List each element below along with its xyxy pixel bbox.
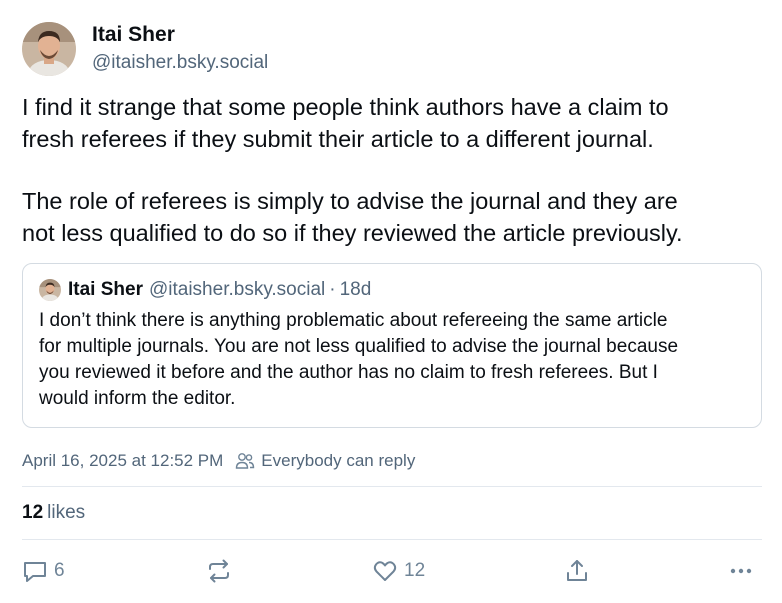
quoted-text-line: would inform the editor. bbox=[39, 388, 236, 409]
quoted-author-avatar[interactable] bbox=[39, 279, 61, 301]
likes-count: 12 bbox=[22, 502, 44, 523]
likes-label: likes bbox=[47, 502, 86, 523]
reply-setting-label: Everybody can reply bbox=[261, 451, 416, 470]
author-handle[interactable]: @itaisher.bsky.social bbox=[92, 50, 268, 76]
quoted-text-line: you reviewed it before and the author ha… bbox=[39, 362, 658, 383]
quoted-author-handle[interactable]: @itaisher.bsky.social bbox=[149, 279, 325, 301]
reply-bubble-icon bbox=[24, 562, 46, 582]
quoted-post-text: I don’t think there is anything problema… bbox=[39, 308, 745, 412]
share-button[interactable] bbox=[564, 556, 590, 586]
people-icon bbox=[236, 453, 255, 469]
quoted-post-card[interactable]: Itai Sher @itaisher.bsky.social · 18d I … bbox=[22, 263, 762, 428]
divider bbox=[22, 486, 762, 487]
quoted-text-line: for multiple journals. You are not less … bbox=[39, 336, 679, 357]
divider bbox=[22, 539, 762, 540]
post-timestamp: April 16, 2025 at 12:52 PM bbox=[22, 451, 224, 470]
post-actions-bar: 6 12 bbox=[22, 556, 762, 586]
quoted-author-name[interactable]: Itai Sher bbox=[68, 279, 143, 301]
author-display-name[interactable]: Itai Sher bbox=[92, 22, 268, 48]
post-text-line: I find it strange that some people think… bbox=[22, 94, 669, 120]
repost-icon bbox=[209, 559, 229, 583]
post-text-line: The role of referees is simply to advise… bbox=[22, 188, 678, 214]
post-text-line: not less qualified to do so if they revi… bbox=[22, 220, 683, 246]
quoted-post-age[interactable]: 18d bbox=[340, 279, 372, 301]
post-author-header: Itai Sher @itaisher.bsky.social bbox=[22, 20, 268, 78]
post-text-line: fresh referees if they submit their arti… bbox=[22, 126, 654, 152]
share-upload-icon bbox=[567, 560, 587, 581]
post-meta: April 16, 2025 at 12:52 PM Everybody can… bbox=[22, 450, 415, 472]
reply-button[interactable]: 6 bbox=[22, 556, 65, 586]
reply-count: 6 bbox=[54, 560, 65, 581]
likes-summary[interactable]: 12 likes bbox=[22, 502, 85, 524]
quoted-separator: · bbox=[329, 279, 336, 300]
post-text: I find it strange that some people think… bbox=[22, 91, 762, 249]
quoted-text-line: I don’t think there is anything problema… bbox=[39, 310, 668, 331]
like-count: 12 bbox=[404, 560, 426, 581]
heart-icon bbox=[373, 561, 397, 581]
more-dots-icon bbox=[730, 568, 752, 574]
repost-button[interactable] bbox=[206, 556, 232, 586]
author-avatar[interactable] bbox=[22, 22, 76, 76]
reply-setting[interactable]: Everybody can reply bbox=[235, 451, 415, 471]
quoted-post-header: Itai Sher @itaisher.bsky.social · 18d bbox=[39, 278, 745, 302]
more-options-button[interactable] bbox=[728, 556, 754, 586]
like-button[interactable]: 12 bbox=[372, 556, 425, 586]
